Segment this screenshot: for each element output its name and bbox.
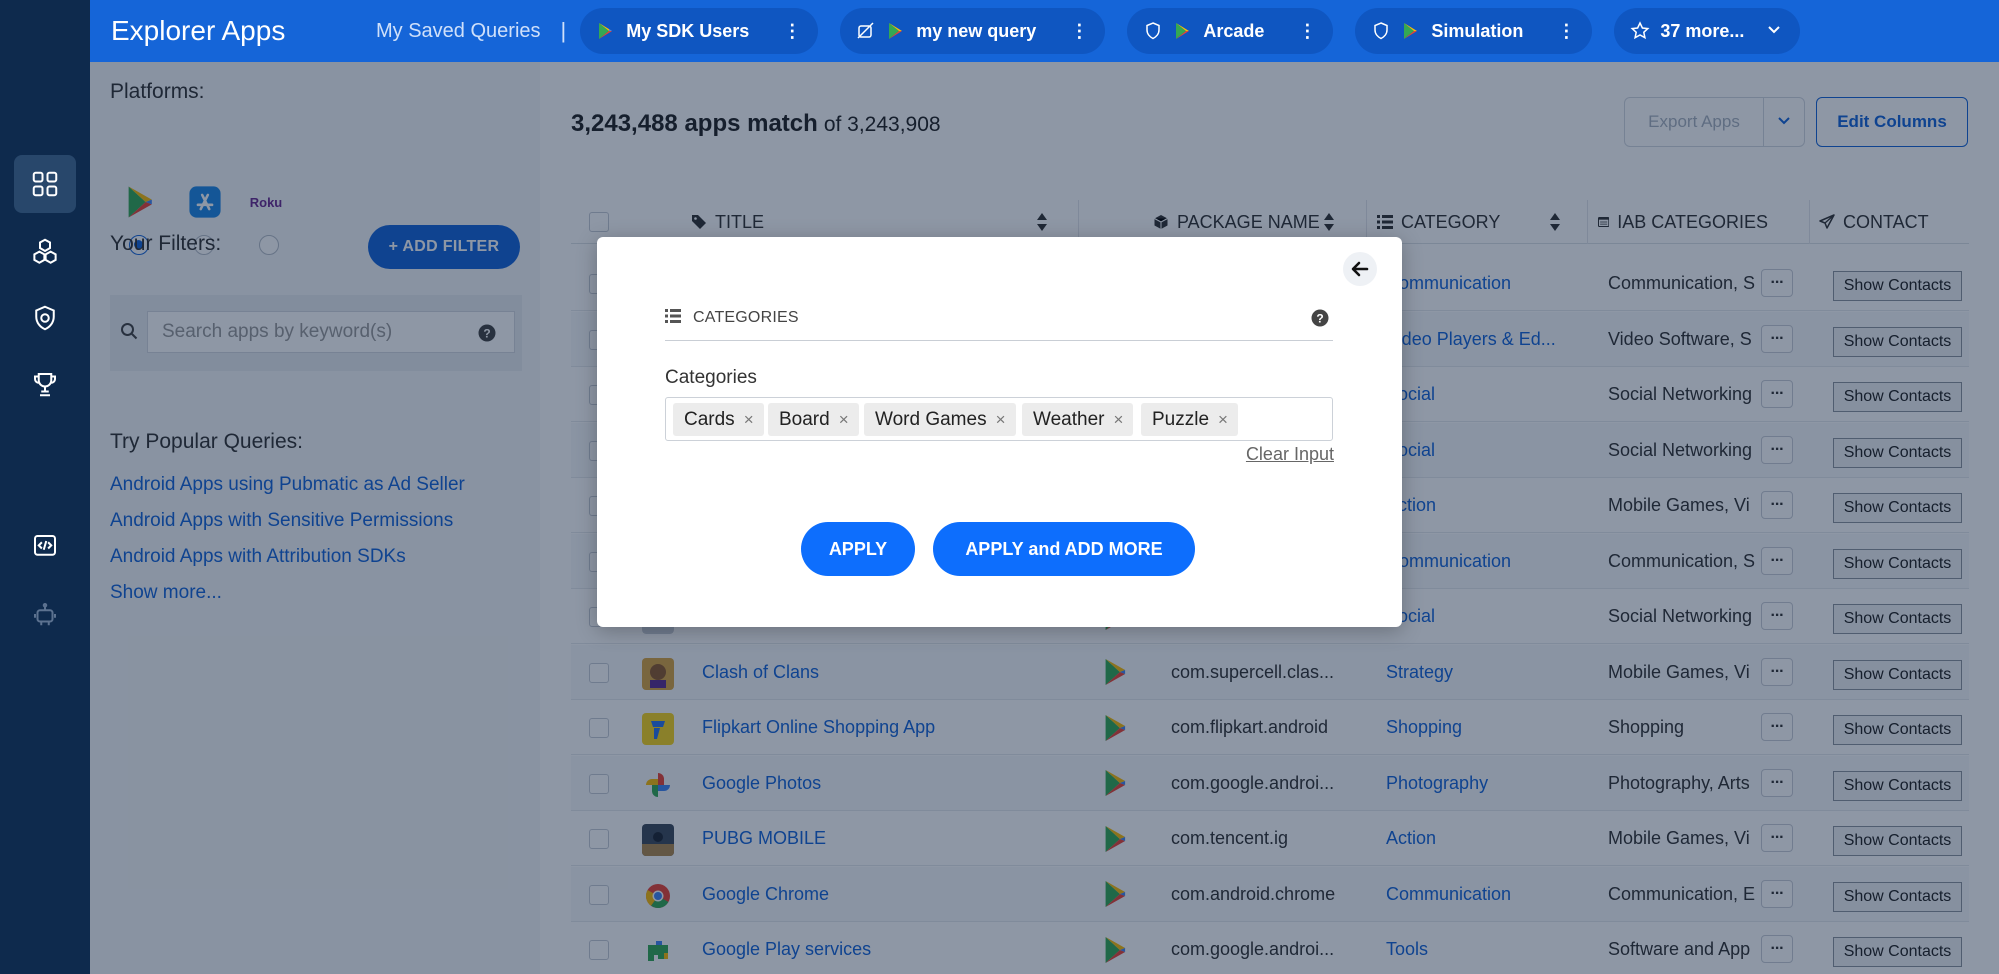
- trophy-icon[interactable]: [14, 355, 76, 413]
- modal-header-label: CATEGORIES: [693, 309, 799, 326]
- star-icon: [1630, 21, 1650, 41]
- google-play-icon: [1173, 21, 1193, 41]
- shield-icon: [1143, 21, 1163, 41]
- category-tag-label: Puzzle: [1152, 408, 1210, 430]
- tab-menu-icon[interactable]: ⋮: [1557, 21, 1575, 42]
- code-icon[interactable]: [14, 517, 76, 575]
- back-arrow-icon[interactable]: [1343, 252, 1377, 286]
- category-tag: Board ×: [768, 403, 859, 436]
- more-queries-tab[interactable]: 37 more...: [1614, 8, 1801, 54]
- more-queries-label: 37 more...: [1660, 20, 1745, 41]
- google-play-icon: [886, 21, 906, 41]
- google-play-icon: [596, 21, 616, 41]
- tab-menu-icon[interactable]: ⋮: [783, 21, 801, 42]
- query-tab-label: my new query: [916, 20, 1037, 41]
- category-tag: Puzzle ×: [1141, 403, 1238, 436]
- apply-button[interactable]: APPLY: [801, 522, 915, 576]
- query-tab-my-new-query[interactable]: my new query ⋮: [840, 8, 1106, 54]
- close-icon[interactable]: ×: [1218, 410, 1228, 430]
- close-icon[interactable]: ×: [839, 410, 849, 430]
- close-icon[interactable]: ×: [996, 410, 1006, 430]
- query-tab-label: Simulation: [1431, 20, 1524, 41]
- query-tab-arcade[interactable]: Arcade ⋮: [1127, 8, 1334, 54]
- categories-tag-input[interactable]: Cards × Board × Word Games × Weather × P…: [665, 397, 1333, 441]
- category-tag: Cards ×: [673, 403, 764, 436]
- close-icon[interactable]: ×: [1113, 410, 1123, 430]
- dashboard-icon[interactable]: [14, 155, 76, 213]
- close-icon[interactable]: ×: [744, 410, 754, 430]
- category-tag-label: Cards: [684, 408, 735, 430]
- tab-menu-icon[interactable]: ⋮: [1070, 21, 1088, 42]
- category-tag: Weather ×: [1022, 403, 1134, 436]
- query-tab-simulation[interactable]: Simulation ⋮: [1355, 8, 1593, 54]
- list-icon: [665, 309, 681, 328]
- saved-queries-label[interactable]: My Saved Queries: [376, 20, 541, 43]
- app-title: Explorer Apps: [111, 15, 286, 46]
- chevron-down-icon: [1766, 21, 1782, 42]
- query-tab-my-sdk-users[interactable]: My SDK Users ⋮: [580, 8, 819, 54]
- cubes-icon[interactable]: [14, 222, 76, 280]
- clear-input-link[interactable]: Clear Input: [1246, 444, 1334, 465]
- separator: |: [560, 18, 567, 43]
- shield-icon[interactable]: [14, 289, 76, 347]
- robot-icon[interactable]: [14, 585, 76, 643]
- help-icon[interactable]: ?: [1311, 309, 1329, 332]
- category-tag-label: Weather: [1033, 408, 1105, 430]
- category-tag-label: Word Games: [875, 408, 987, 430]
- query-tab-label: My SDK Users: [626, 20, 750, 41]
- query-tab-label: Arcade: [1203, 20, 1265, 41]
- tab-menu-icon[interactable]: ⋮: [1298, 21, 1316, 42]
- svg-text:?: ?: [1316, 312, 1323, 326]
- apply-and-add-more-button[interactable]: APPLY and ADD MORE: [933, 522, 1195, 576]
- category-tag: Word Games ×: [864, 403, 1016, 436]
- hidden-icon: [856, 21, 876, 41]
- left-rail: [0, 0, 90, 974]
- shield-icon: [1371, 21, 1391, 41]
- top-bar: Explorer Apps My Saved Queries | My SDK …: [90, 0, 1999, 62]
- categories-modal: CATEGORIES ? Categories Cards × Board × …: [597, 237, 1402, 627]
- google-play-icon: [1401, 21, 1421, 41]
- category-tag-label: Board: [779, 408, 830, 430]
- categories-field-label: Categories: [665, 367, 757, 388]
- modal-header: CATEGORIES ?: [665, 299, 1333, 341]
